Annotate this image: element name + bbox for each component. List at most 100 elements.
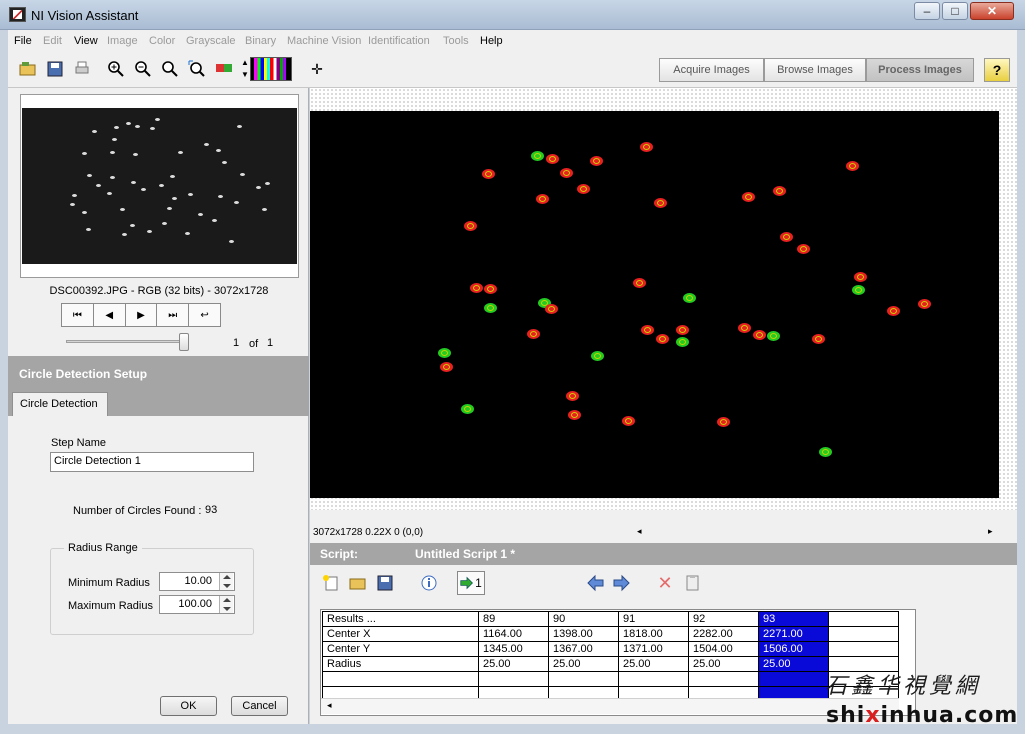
help-button[interactable]: ? <box>984 58 1010 82</box>
menu-grayscale[interactable]: Grayscale <box>186 35 236 47</box>
menu-tools[interactable]: Tools <box>443 35 469 47</box>
circle-detection-setup-header: Circle Detection Setup <box>8 356 309 392</box>
menu-edit[interactable]: Edit <box>43 35 62 47</box>
results-header-label[interactable]: Results ... <box>322 611 479 627</box>
tab-process-images[interactable]: Process Images <box>866 58 974 82</box>
menu-view[interactable]: View <box>74 35 98 47</box>
detected-circle <box>590 156 603 166</box>
edit-step-button[interactable] <box>680 571 706 595</box>
detected-circle <box>753 330 766 340</box>
last-image-button[interactable]: ⏭ <box>157 304 190 326</box>
palette-dropdown-arrows[interactable]: ▲ ▼ <box>241 57 249 81</box>
row-label-radius: Radius <box>322 656 479 672</box>
delete-step-button[interactable]: ✕ <box>652 571 678 595</box>
scroll-left-arrow-icon[interactable]: ◂ <box>637 526 642 537</box>
step-name-label: Step Name <box>51 437 107 449</box>
palette-button[interactable] <box>212 57 236 81</box>
table-cell: 25.00 <box>618 656 689 672</box>
save-image-button[interactable] <box>43 57 67 81</box>
scroll-left-icon[interactable]: ◂ <box>327 700 332 711</box>
results-header-93[interactable]: 93 <box>758 611 829 627</box>
color-palette-swatch[interactable] <box>250 57 292 81</box>
rice-grain <box>237 125 242 128</box>
results-header-92[interactable]: 92 <box>688 611 759 627</box>
processed-image-canvas[interactable] <box>310 111 999 498</box>
move-step-right-button[interactable] <box>609 571 635 595</box>
run-once-button[interactable]: 1 <box>457 571 485 595</box>
zoom-in-button[interactable] <box>104 57 128 81</box>
menu-binary[interactable]: Binary <box>245 35 276 47</box>
detected-circle <box>560 168 573 178</box>
results-header-90[interactable]: 90 <box>548 611 619 627</box>
rice-grain <box>155 118 160 121</box>
results-horizontal-scrollbar[interactable]: ◂ <box>321 698 899 714</box>
detected-circle <box>797 244 810 254</box>
zoom-out-button[interactable] <box>131 57 155 81</box>
skip-first-icon: ⏮ <box>72 309 82 321</box>
arrow-left-icon <box>587 574 604 592</box>
return-button[interactable]: ↩ <box>189 304 220 326</box>
rice-grain <box>126 122 131 125</box>
save-script-button[interactable] <box>372 571 398 595</box>
detected-circle <box>622 416 635 426</box>
previous-image-button[interactable]: ◀ <box>94 304 126 326</box>
detected-circle <box>846 161 859 171</box>
table-cell: 1818.00 <box>618 626 689 642</box>
table-cell: 1506.00 <box>758 641 829 657</box>
rice-grain <box>265 182 270 185</box>
new-script-button[interactable] <box>318 571 344 595</box>
image-file-info: DSC00392.JPG - RGB (32 bits) - 3072x1728 <box>49 285 269 297</box>
move-step-left-button[interactable] <box>582 571 608 595</box>
image-slider-track[interactable] <box>66 340 188 343</box>
script-label: Script: <box>320 547 359 561</box>
close-button[interactable]: ✕ <box>970 2 1014 20</box>
crosshair-button[interactable]: ✛ <box>305 57 329 81</box>
tab-acquire-images[interactable]: Acquire Images <box>659 58 764 82</box>
rice-grain <box>141 188 146 191</box>
next-image-button[interactable]: ▶ <box>126 304 158 326</box>
rice-grain <box>133 153 138 156</box>
step-name-input[interactable]: Circle Detection 1 <box>50 452 254 472</box>
table-row <box>322 671 899 687</box>
results-header-empty[interactable] <box>828 611 899 627</box>
zoom-fit-button[interactable] <box>185 57 209 81</box>
image-status-text: 3072x1728 0.22X 0 (0,0) <box>313 527 424 538</box>
min-radius-spinner[interactable] <box>219 573 233 590</box>
minimize-button[interactable]: – <box>914 2 940 20</box>
first-image-button[interactable]: ⏮ <box>62 304 94 326</box>
print-button[interactable] <box>70 57 94 81</box>
menu-image[interactable]: Image <box>107 35 138 47</box>
zoom-1to1-button[interactable] <box>158 57 182 81</box>
rice-grain <box>170 175 175 178</box>
zoom-out-icon <box>135 61 151 77</box>
image-slider-thumb[interactable] <box>179 333 189 351</box>
new-document-icon <box>323 575 338 591</box>
menu-file[interactable]: File <box>14 35 32 47</box>
table-cell: 1398.00 <box>548 626 619 642</box>
menu-identification[interactable]: Identification <box>368 35 430 47</box>
image-nav-controls: ⏮ ◀ ▶ ⏭ ↩ <box>61 303 221 327</box>
menu-help[interactable]: Help <box>480 35 503 47</box>
image-thumbnail[interactable] <box>22 108 297 264</box>
results-header-89[interactable]: 89 <box>478 611 549 627</box>
scroll-right-arrow-icon[interactable]: ▸ <box>988 526 993 537</box>
tab-browse-images[interactable]: Browse Images <box>764 58 866 82</box>
ok-button[interactable]: OK <box>160 696 217 716</box>
maximize-button[interactable]: □ <box>942 2 968 20</box>
open-image-button[interactable] <box>16 57 40 81</box>
menu-color[interactable]: Color <box>149 35 175 47</box>
max-radius-spinner[interactable] <box>219 596 233 613</box>
results-header-row: Results ... 89 90 91 92 93 <box>322 611 899 627</box>
open-script-button[interactable] <box>345 571 371 595</box>
rice-grain <box>122 233 127 236</box>
script-info-button[interactable] <box>416 571 442 595</box>
table-cell: 25.00 <box>548 656 619 672</box>
rice-grain <box>86 228 91 231</box>
tab-circle-detection[interactable]: Circle Detection <box>12 392 108 416</box>
results-header-91[interactable]: 91 <box>618 611 689 627</box>
palette-icon <box>216 64 232 72</box>
menu-machine-vision[interactable]: Machine Vision <box>287 35 361 47</box>
rice-grain <box>131 181 136 184</box>
circles-found-value: 93 <box>205 504 218 516</box>
cancel-button[interactable]: Cancel <box>231 696 288 716</box>
